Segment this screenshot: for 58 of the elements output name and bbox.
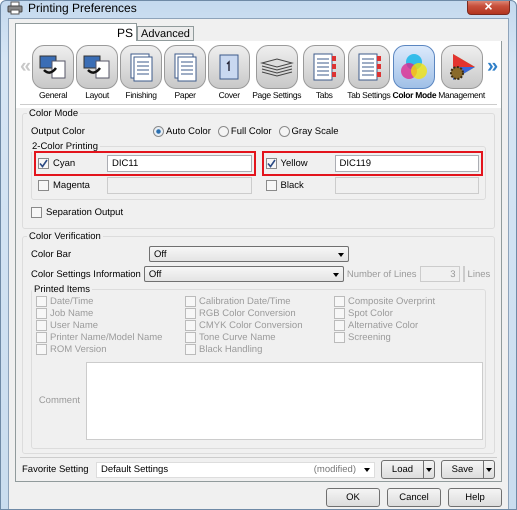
- favorite-dropdown[interactable]: Default Settings (modified): [96, 462, 375, 478]
- checkbox-label: Black Handling: [199, 344, 262, 354]
- checkbox-label: Composite Overprint: [348, 296, 436, 306]
- tab[interactable]: PS: [15, 23, 137, 41]
- radio-option[interactable]: Auto Color: [153, 126, 211, 136]
- checkbox-label: Magenta: [53, 180, 91, 190]
- checkbox-label: Printer Name/Model Name: [50, 332, 162, 342]
- field-label: Number of Lines: [346, 268, 417, 280]
- checkbox-label: Screening: [348, 332, 391, 342]
- color-circles-icon: [399, 52, 430, 82]
- group-title: 2-Color Printing: [31, 141, 99, 152]
- checkbox-label: Black: [280, 180, 305, 190]
- group-title: Color Verification: [28, 231, 102, 242]
- radio-option[interactable]: Full Color: [218, 126, 272, 136]
- printer-icon: [7, 1, 23, 15]
- checkbox[interactable]: [31, 206, 42, 218]
- checkbox[interactable]: [266, 158, 276, 168]
- dialog-button[interactable]: Help: [448, 488, 502, 506]
- dialog-button[interactable]: OK: [326, 488, 380, 506]
- tab[interactable]: Advanced: [137, 26, 194, 41]
- checkbox[interactable]: [38, 180, 49, 190]
- checkbox-label: Separation Output: [46, 206, 124, 218]
- group-title: Printed Items: [33, 284, 91, 295]
- input-field[interactable]: DIC119: [334, 154, 479, 172]
- checkbox-label: Tone Curve Name: [199, 332, 276, 342]
- checkbox[interactable]: [266, 180, 276, 190]
- close-button[interactable]: ×: [467, 1, 510, 15]
- field-label: Favorite Setting: [22, 464, 90, 475]
- checkbox[interactable]: [38, 158, 49, 168]
- checkbox-label: ROM Version: [50, 344, 106, 354]
- save-button[interactable]: Save: [441, 460, 495, 479]
- checkbox-label: Spot Color: [348, 308, 393, 318]
- dropdown[interactable]: Off: [144, 266, 344, 282]
- field-label: Comment: [38, 395, 80, 407]
- dropdown[interactable]: Off: [149, 246, 349, 262]
- checkbox-label: CMYK Color Conversion: [199, 320, 302, 330]
- monitor-icon: [38, 53, 68, 81]
- field-label: Color Bar: [31, 248, 72, 260]
- checkbox-label: User Name: [50, 320, 98, 330]
- checkbox-label: Yellow: [280, 158, 309, 168]
- dialog-button[interactable]: Cancel: [387, 488, 441, 506]
- checkbox-label: Date/Time: [50, 296, 94, 306]
- monitor-icon: [82, 53, 112, 81]
- load-button[interactable]: Load: [381, 460, 435, 479]
- checkbox-label: RGB Color Conversion: [199, 308, 296, 318]
- input-field[interactable]: DIC11: [107, 154, 252, 172]
- window-title: Printing Preferences: [28, 1, 138, 15]
- paper-stack-icon: [260, 57, 294, 77]
- field-label: Color Settings Information: [31, 268, 141, 280]
- unit-label: Lines: [468, 268, 490, 280]
- checkbox-label: Calibration Date/Time: [199, 296, 291, 306]
- scroll-right-arrow[interactable]: »: [486, 55, 497, 77]
- group-title: Color Mode: [28, 108, 80, 119]
- checkbox-label: Job Name: [50, 308, 94, 318]
- checkbox-label: Alternative Color: [348, 320, 418, 330]
- radio-option[interactable]: Gray Scale: [278, 126, 339, 136]
- checkbox-label: Cyan: [53, 158, 76, 168]
- field-label: Output Color: [31, 126, 86, 136]
